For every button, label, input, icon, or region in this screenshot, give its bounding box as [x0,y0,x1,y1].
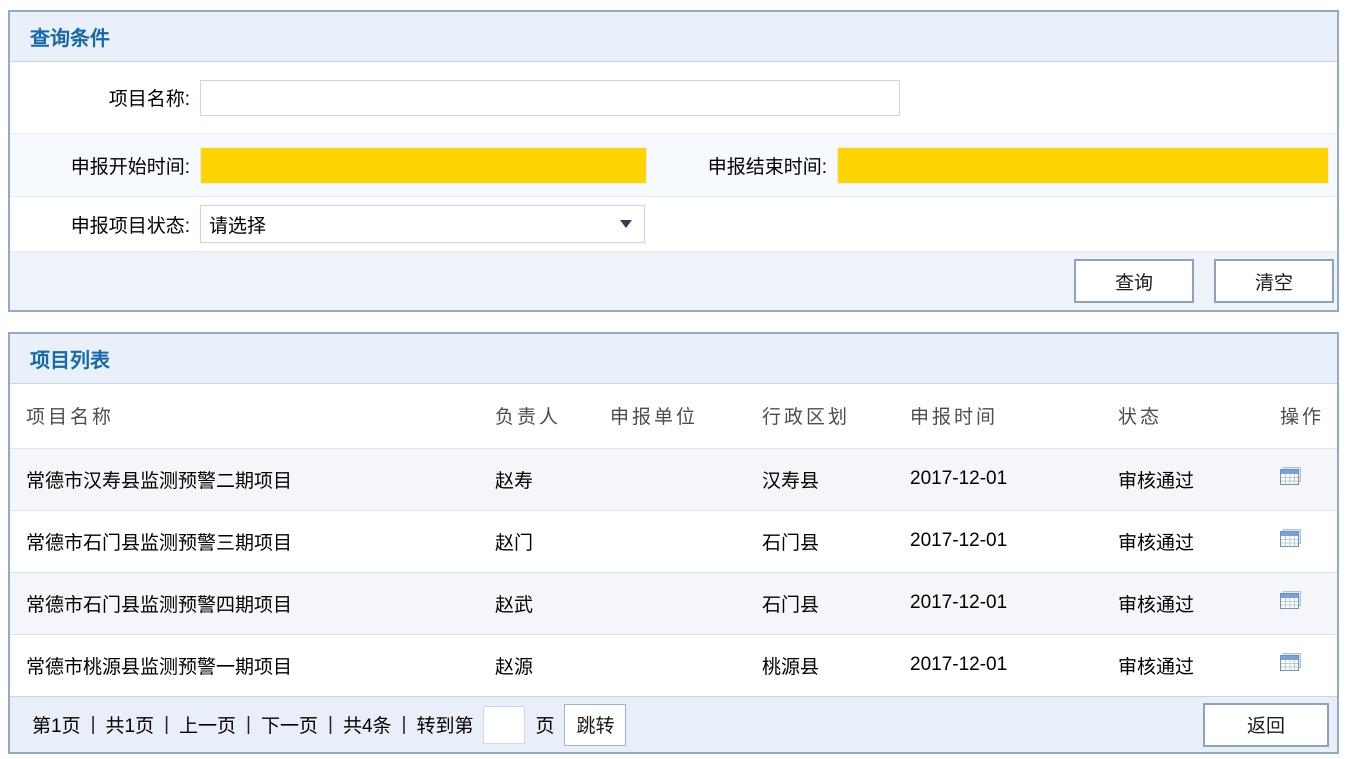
separator: | [328,714,333,736]
table-grid-icon [1280,467,1301,485]
total-pages-label: 共1页 [106,711,155,738]
cell-unit [610,448,762,510]
query-panel-title: 查询条件 [30,22,110,51]
table-grid-icon [1280,529,1301,547]
cell-status: 审核通过 [1118,448,1280,510]
col-header-status: 状态 [1118,384,1280,448]
cell-status: 审核通过 [1118,510,1280,572]
cell-region: 石门县 [762,510,910,572]
cell-status: 审核通过 [1118,634,1280,696]
cell-project-name: 常德市石门县监测预警三期项目 [10,510,495,572]
cell-unit [610,634,762,696]
table-row: 常德市桃源县监测预警一期项目 赵源 桃源县 2017-12-01 审核通过 [10,634,1337,696]
cell-owner: 赵源 [495,634,610,696]
goto-page-prefix-label: 转到第 [416,711,473,738]
list-panel-title: 项目列表 [30,344,110,373]
separator: | [91,714,96,736]
cell-project-name: 常德市桃源县监测预警一期项目 [10,634,495,696]
cell-date: 2017-12-01 [910,572,1118,634]
start-time-label: 申报开始时间: [10,152,200,179]
col-header-owner: 负责人 [495,384,610,448]
cell-project-name: 常德市汉寿县监测预警二期项目 [10,448,495,510]
pagination-controls: 第1页 | 共1页 | 上一页 | 下一页 | 共4条 | 转到第 页 跳转 [32,704,626,746]
cell-project-name: 常德市石门县监测预警四期项目 [10,572,495,634]
project-table: 项目名称 负责人 申报单位 行政区划 申报时间 状态 操作 常德市汉寿县监测预警… [10,384,1337,696]
query-conditions-panel: 查询条件 项目名称: 申报开始时间: 申报结束时间: 申报项目状态: 请选择 查… [8,10,1339,312]
col-header-region: 行政区划 [762,384,910,448]
jump-button[interactable]: 跳转 [564,704,626,746]
search-button[interactable]: 查询 [1074,259,1194,303]
prev-page-link[interactable]: 上一页 [179,711,236,738]
table-row: 常德市石门县监测预警四期项目 赵武 石门县 2017-12-01 审核通过 [10,572,1337,634]
table-grid-icon [1280,591,1301,609]
current-page-label: 第1页 [32,711,81,738]
declare-time-row: 申报开始时间: 申报结束时间: [10,134,1337,197]
cell-owner: 赵门 [495,510,610,572]
goto-page-input[interactable] [483,706,525,744]
cell-unit [610,572,762,634]
view-detail-button[interactable] [1280,591,1301,609]
table-grid-icon [1280,653,1301,671]
cell-region: 汉寿县 [762,448,910,510]
project-status-selected-value: 请选择 [209,211,266,238]
clear-button[interactable]: 清空 [1214,259,1334,303]
query-panel-header: 查询条件 [10,12,1337,62]
col-header-action: 操作 [1280,384,1337,448]
cell-region: 桃源县 [762,634,910,696]
cell-date: 2017-12-01 [910,634,1118,696]
col-header-date: 申报时间 [910,384,1118,448]
cell-owner: 赵武 [495,572,610,634]
view-detail-button[interactable] [1280,529,1301,547]
cell-status: 审核通过 [1118,572,1280,634]
project-name-row: 项目名称: [10,62,1337,134]
view-detail-button[interactable] [1280,653,1301,671]
cell-owner: 赵寿 [495,448,610,510]
project-status-label: 申报项目状态: [10,211,200,238]
next-page-link[interactable]: 下一页 [261,711,318,738]
cell-date: 2017-12-01 [910,448,1118,510]
separator: | [246,714,251,736]
pagination-bar: 第1页 | 共1页 | 上一页 | 下一页 | 共4条 | 转到第 页 跳转 返… [10,696,1337,752]
cell-date: 2017-12-01 [910,510,1118,572]
list-panel-header: 项目列表 [10,334,1337,384]
total-items-label: 共4条 [343,711,392,738]
separator: | [164,714,169,736]
query-actions-row: 查询 清空 [10,252,1337,310]
project-name-label: 项目名称: [10,84,200,111]
goto-page-suffix-label: 页 [535,711,554,738]
project-name-input[interactable] [200,80,900,116]
back-button[interactable]: 返回 [1203,703,1329,747]
end-time-label: 申报结束时间: [647,152,837,179]
end-time-input[interactable] [837,147,1329,184]
table-row: 常德市汉寿县监测预警二期项目 赵寿 汉寿县 2017-12-01 审核通过 [10,448,1337,510]
view-detail-button[interactable] [1280,467,1301,485]
col-header-unit: 申报单位 [610,384,762,448]
separator: | [402,714,407,736]
cell-unit [610,510,762,572]
cell-region: 石门县 [762,572,910,634]
project-status-row: 申报项目状态: 请选择 [10,197,1337,252]
start-time-input[interactable] [200,147,647,184]
table-row: 常德市石门县监测预警三期项目 赵门 石门县 2017-12-01 审核通过 [10,510,1337,572]
project-list-panel: 项目列表 项目名称 负责人 申报单位 行政区划 申报时间 状态 操作 常德市汉寿… [8,332,1339,754]
col-header-name: 项目名称 [10,384,495,448]
project-status-select[interactable]: 请选择 [200,205,645,243]
table-header-row: 项目名称 负责人 申报单位 行政区划 申报时间 状态 操作 [10,384,1337,448]
chevron-down-icon [620,220,632,228]
